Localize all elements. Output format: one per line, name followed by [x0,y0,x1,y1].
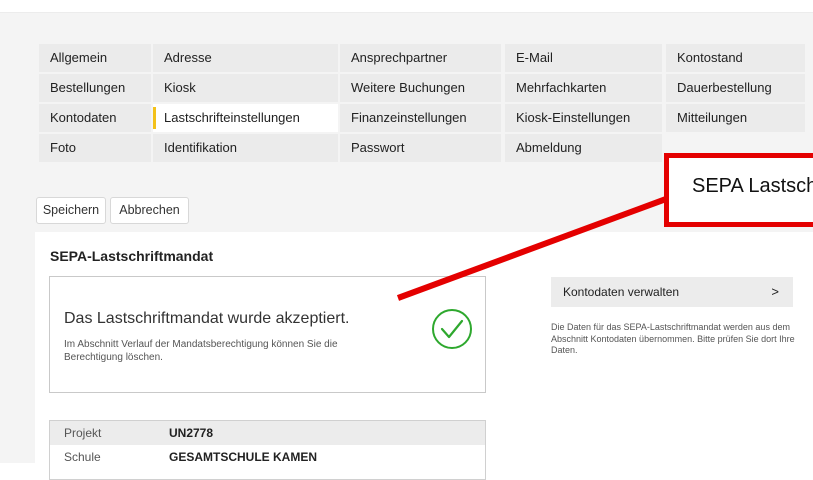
annotation-callout: SEPA Lastschrift [664,153,813,227]
annotation-arrow [396,196,668,301]
annotation-callout-text: SEPA Lastschrift [692,175,813,197]
